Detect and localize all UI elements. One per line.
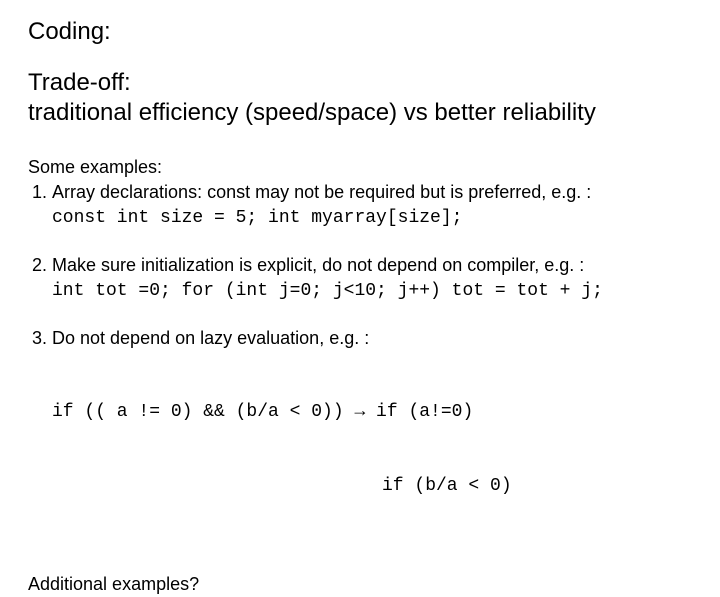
item-text: Array declarations: const may not be req…: [52, 182, 591, 202]
item-code: const int size = 5; int myarray[size];: [52, 208, 462, 228]
list-item: Make sure initialization is explicit, do…: [52, 254, 692, 303]
examples-list: Array declarations: const may not be req…: [28, 181, 692, 549]
examples-header: Some examples:: [28, 156, 692, 179]
slide-page: Coding: Trade-off: traditional efficienc…: [0, 0, 720, 597]
item-code: if (( a != 0) && (b/a < 0)) → if (a!=0) …: [52, 379, 692, 547]
item-code: int tot =0; for (int j=0; j<10; j++) tot…: [52, 281, 603, 301]
slide-subtitle: Trade-off: traditional efficiency (speed…: [28, 68, 692, 128]
item-text: Make sure initialization is explicit, do…: [52, 255, 584, 275]
subtitle-line-2: traditional efficiency (speed/space) vs …: [28, 98, 692, 128]
list-item: Array declarations: const may not be req…: [52, 181, 692, 230]
list-item: Do not depend on lazy evaluation, e.g. :…: [52, 327, 692, 550]
footer-question: Additional examples?: [28, 573, 692, 596]
item-code-line-1: if (( a != 0) && (b/a < 0)) → if (a!=0): [52, 401, 692, 424]
slide-title: Coding:: [28, 18, 692, 46]
subtitle-line-1: Trade-off:: [28, 68, 692, 98]
item-text: Do not depend on lazy evaluation, e.g. :: [52, 328, 369, 348]
item-code-line-2: if (b/a < 0): [52, 475, 692, 498]
